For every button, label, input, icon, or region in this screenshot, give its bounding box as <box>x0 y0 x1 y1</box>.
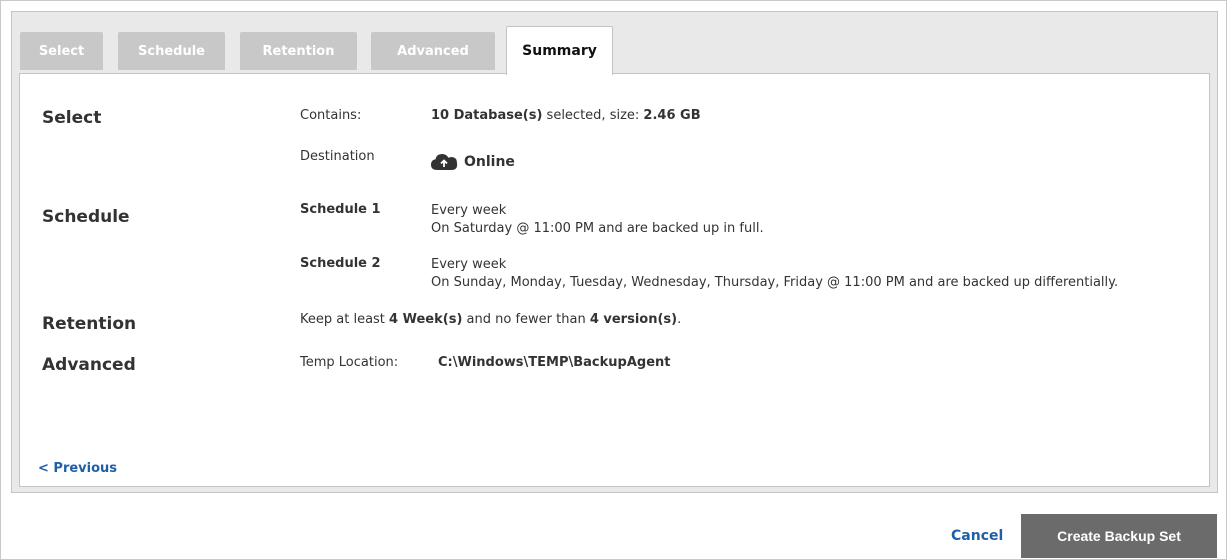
tab-select[interactable]: Select <box>20 32 103 70</box>
database-count: 10 Database(s) <box>431 108 543 123</box>
retention-versions: 4 version(s) <box>589 312 678 327</box>
schedule-1-time: On Saturday @ 11:00 PM and are backed up… <box>431 221 764 236</box>
destination-value: Online <box>431 153 515 175</box>
temp-location-path: C:\Windows\TEMP\BackupAgent <box>438 355 671 370</box>
contains-label: Contains: <box>300 108 362 123</box>
backup-wizard: Select Schedule Retention Advanced Summa… <box>11 11 1218 493</box>
previous-link[interactable]: < Previous <box>38 461 117 476</box>
section-title-schedule: Schedule <box>42 207 130 227</box>
destination-label: Destination <box>300 149 375 164</box>
schedule-1-frequency: Every week <box>431 203 507 218</box>
schedule-2-name: Schedule 2 <box>300 256 381 271</box>
retention-prefix: Keep at least <box>300 312 390 327</box>
tab-advanced[interactable]: Advanced <box>371 32 495 70</box>
retention-summary: Keep at least 4 Week(s) and no fewer tha… <box>300 312 681 327</box>
contains-mid-text: selected, size: <box>542 108 644 123</box>
dialog-frame: Select Schedule Retention Advanced Summa… <box>0 0 1227 560</box>
retention-mid: and no fewer than <box>462 312 590 327</box>
retention-weeks: 4 Week(s) <box>389 312 463 327</box>
tab-summary[interactable]: Summary <box>506 26 613 75</box>
selection-size: 2.46 GB <box>643 108 701 123</box>
schedule-1-name: Schedule 1 <box>300 202 381 217</box>
cancel-button[interactable]: Cancel <box>951 528 1003 544</box>
contains-value: 10 Database(s) selected, size: 2.46 GB <box>431 108 701 123</box>
create-backup-set-button[interactable]: Create Backup Set <box>1021 514 1217 558</box>
summary-panel: Select Contains: 10 Database(s) selected… <box>19 73 1210 487</box>
tab-schedule[interactable]: Schedule <box>118 32 225 70</box>
cloud-icon <box>431 154 458 170</box>
section-title-select: Select <box>42 108 102 128</box>
retention-suffix: . <box>677 312 682 327</box>
section-title-retention: Retention <box>42 314 137 334</box>
temp-location-value: C:\Windows\TEMP\BackupAgent <box>438 355 670 370</box>
schedule-2-time: On Sunday, Monday, Tuesday, Wednesday, T… <box>431 275 1119 290</box>
tab-retention[interactable]: Retention <box>240 32 357 70</box>
schedule-1-details: Every week On Saturday @ 11:00 PM and ar… <box>431 202 764 238</box>
schedule-2-details: Every week On Sunday, Monday, Tuesday, W… <box>431 256 1118 292</box>
schedule-2-frequency: Every week <box>431 257 507 272</box>
temp-location-label: Temp Location: <box>300 355 399 370</box>
destination-online-text: Online <box>464 154 515 170</box>
section-title-advanced: Advanced <box>42 355 136 375</box>
